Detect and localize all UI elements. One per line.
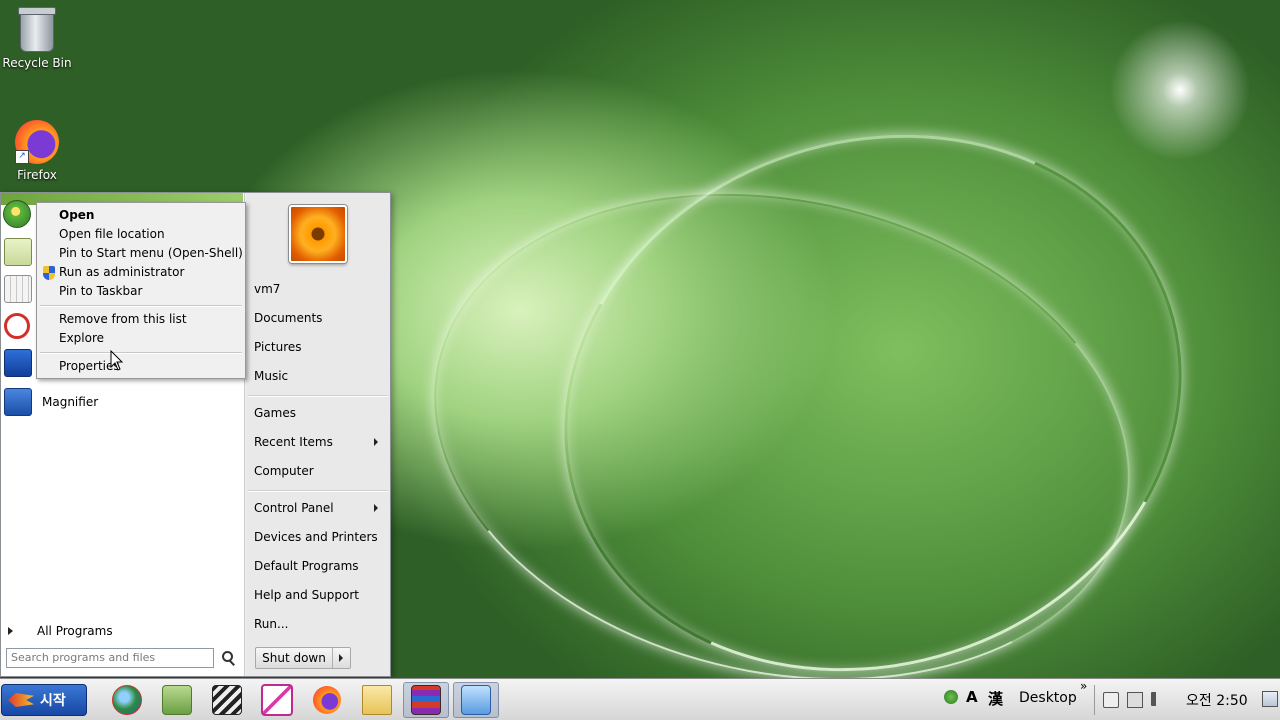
program-label: Magnifier [42,395,99,409]
places-item-run[interactable]: Run... [254,617,288,631]
context-item-open[interactable]: Open [59,206,94,225]
browser-globe-icon [112,685,142,715]
uac-shield-icon [43,266,55,280]
notes-icon [162,685,192,715]
places-item-help-support[interactable]: Help and Support [254,588,359,602]
windows-flag-icon [8,693,34,707]
places-item-devices-printers[interactable]: Devices and Printers [254,530,378,544]
toolbar-chevron-icon[interactable]: » [1080,679,1087,693]
notepad-icon [4,238,32,266]
recycle-bin-icon [18,7,56,52]
desktop-icon-label: Firefox [17,168,57,182]
places-item-music[interactable]: Music [254,369,288,383]
tray-divider [1094,685,1095,715]
context-menu: Open Open file location Pin to Start men… [36,202,246,379]
taskbar-app-firefox[interactable] [304,682,350,718]
context-separator [40,305,242,307]
context-separator [40,352,242,354]
taskbar: 시작 A 漢 Desktop » 오전 2:50 [0,678,1280,720]
desktop-icon-label: Recycle Bin [2,56,72,70]
language-bar-icon[interactable] [944,690,958,704]
firefox-icon: ↗ [15,120,59,164]
folder-icon [362,685,392,715]
taskbar-app-paint[interactable] [254,682,300,718]
taskbar-app-browser[interactable] [104,682,150,718]
places-item-games[interactable]: Games [254,406,296,420]
winrar-icon [411,685,441,715]
paint-icon [261,684,293,716]
context-item-remove-from-list[interactable]: Remove from this list [59,310,187,329]
places-item-computer[interactable]: Computer [254,464,314,478]
calculator-icon [4,275,32,303]
ime-hanja-toggle[interactable]: 漢 [988,688,1003,709]
places-separator [248,490,388,492]
taskbar-app-notes[interactable] [154,682,200,718]
context-item-run-as-administrator[interactable]: Run as administrator [59,263,184,282]
places-item-recent-items[interactable]: Recent Items [254,435,333,449]
places-item-pictures[interactable]: Pictures [254,340,302,354]
submenu-arrow-icon [374,504,378,512]
control-panel-icon [461,685,491,715]
action-center-icon[interactable] [1103,692,1119,708]
context-item-pin-start-menu[interactable]: Pin to Start menu (Open-Shell) [59,244,243,263]
snipping-tool-icon [4,313,30,339]
show-desktop-icon[interactable] [1262,691,1278,707]
all-programs-button[interactable]: All Programs [8,624,113,638]
places-item-user[interactable]: vm7 [254,282,280,296]
clapperboard-icon [212,685,242,715]
triangle-right-icon [8,627,13,635]
shutdown-options-arrow-icon[interactable] [333,648,350,668]
search-input[interactable]: Search programs and files [6,648,214,668]
start-button-label: 시작 [40,693,66,709]
program-item-magnifier[interactable]: Magnifier [4,385,234,419]
start-button[interactable]: 시작 [1,684,87,716]
shutdown-label[interactable]: Shut down [256,648,333,668]
desktop-icon-firefox[interactable]: ↗ Firefox [0,120,74,182]
firefox-icon [313,686,341,714]
desktop-icon-recycle-bin[interactable]: Recycle Bin [0,7,74,70]
places-separator [248,395,388,397]
context-item-explore[interactable]: Explore [59,329,104,348]
taskbar-app-control-panel[interactable] [453,682,499,718]
magnifier-icon [4,388,32,416]
remote-desktop-icon [4,349,32,377]
user-picture-avatar[interactable] [289,205,347,263]
clock[interactable]: 오전 2:50 [1186,690,1248,710]
start-orb-icon [3,200,31,228]
mouse-cursor-icon [110,350,124,371]
shortcut-arrow-icon: ↗ [15,150,29,164]
places-item-control-panel[interactable]: Control Panel [254,501,334,515]
shutdown-button[interactable]: Shut down [255,647,351,669]
places-item-documents[interactable]: Documents [254,311,322,325]
taskbar-app-explorer[interactable] [354,682,400,718]
context-item-pin-taskbar[interactable]: Pin to Taskbar [59,282,142,301]
all-programs-label: All Programs [37,624,113,638]
volume-muted-icon[interactable] [1151,692,1163,706]
submenu-arrow-icon [374,438,378,446]
search-icon[interactable] [220,650,236,666]
ime-mode-letter[interactable]: A [966,688,978,706]
taskbar-app-winrar[interactable] [403,682,449,718]
context-item-open-file-location[interactable]: Open file location [59,225,165,244]
desktop-toolbar[interactable]: Desktop [1019,690,1077,706]
taskbar-app-media[interactable] [204,682,250,718]
network-icon[interactable] [1127,692,1143,708]
places-item-default-programs[interactable]: Default Programs [254,559,359,573]
